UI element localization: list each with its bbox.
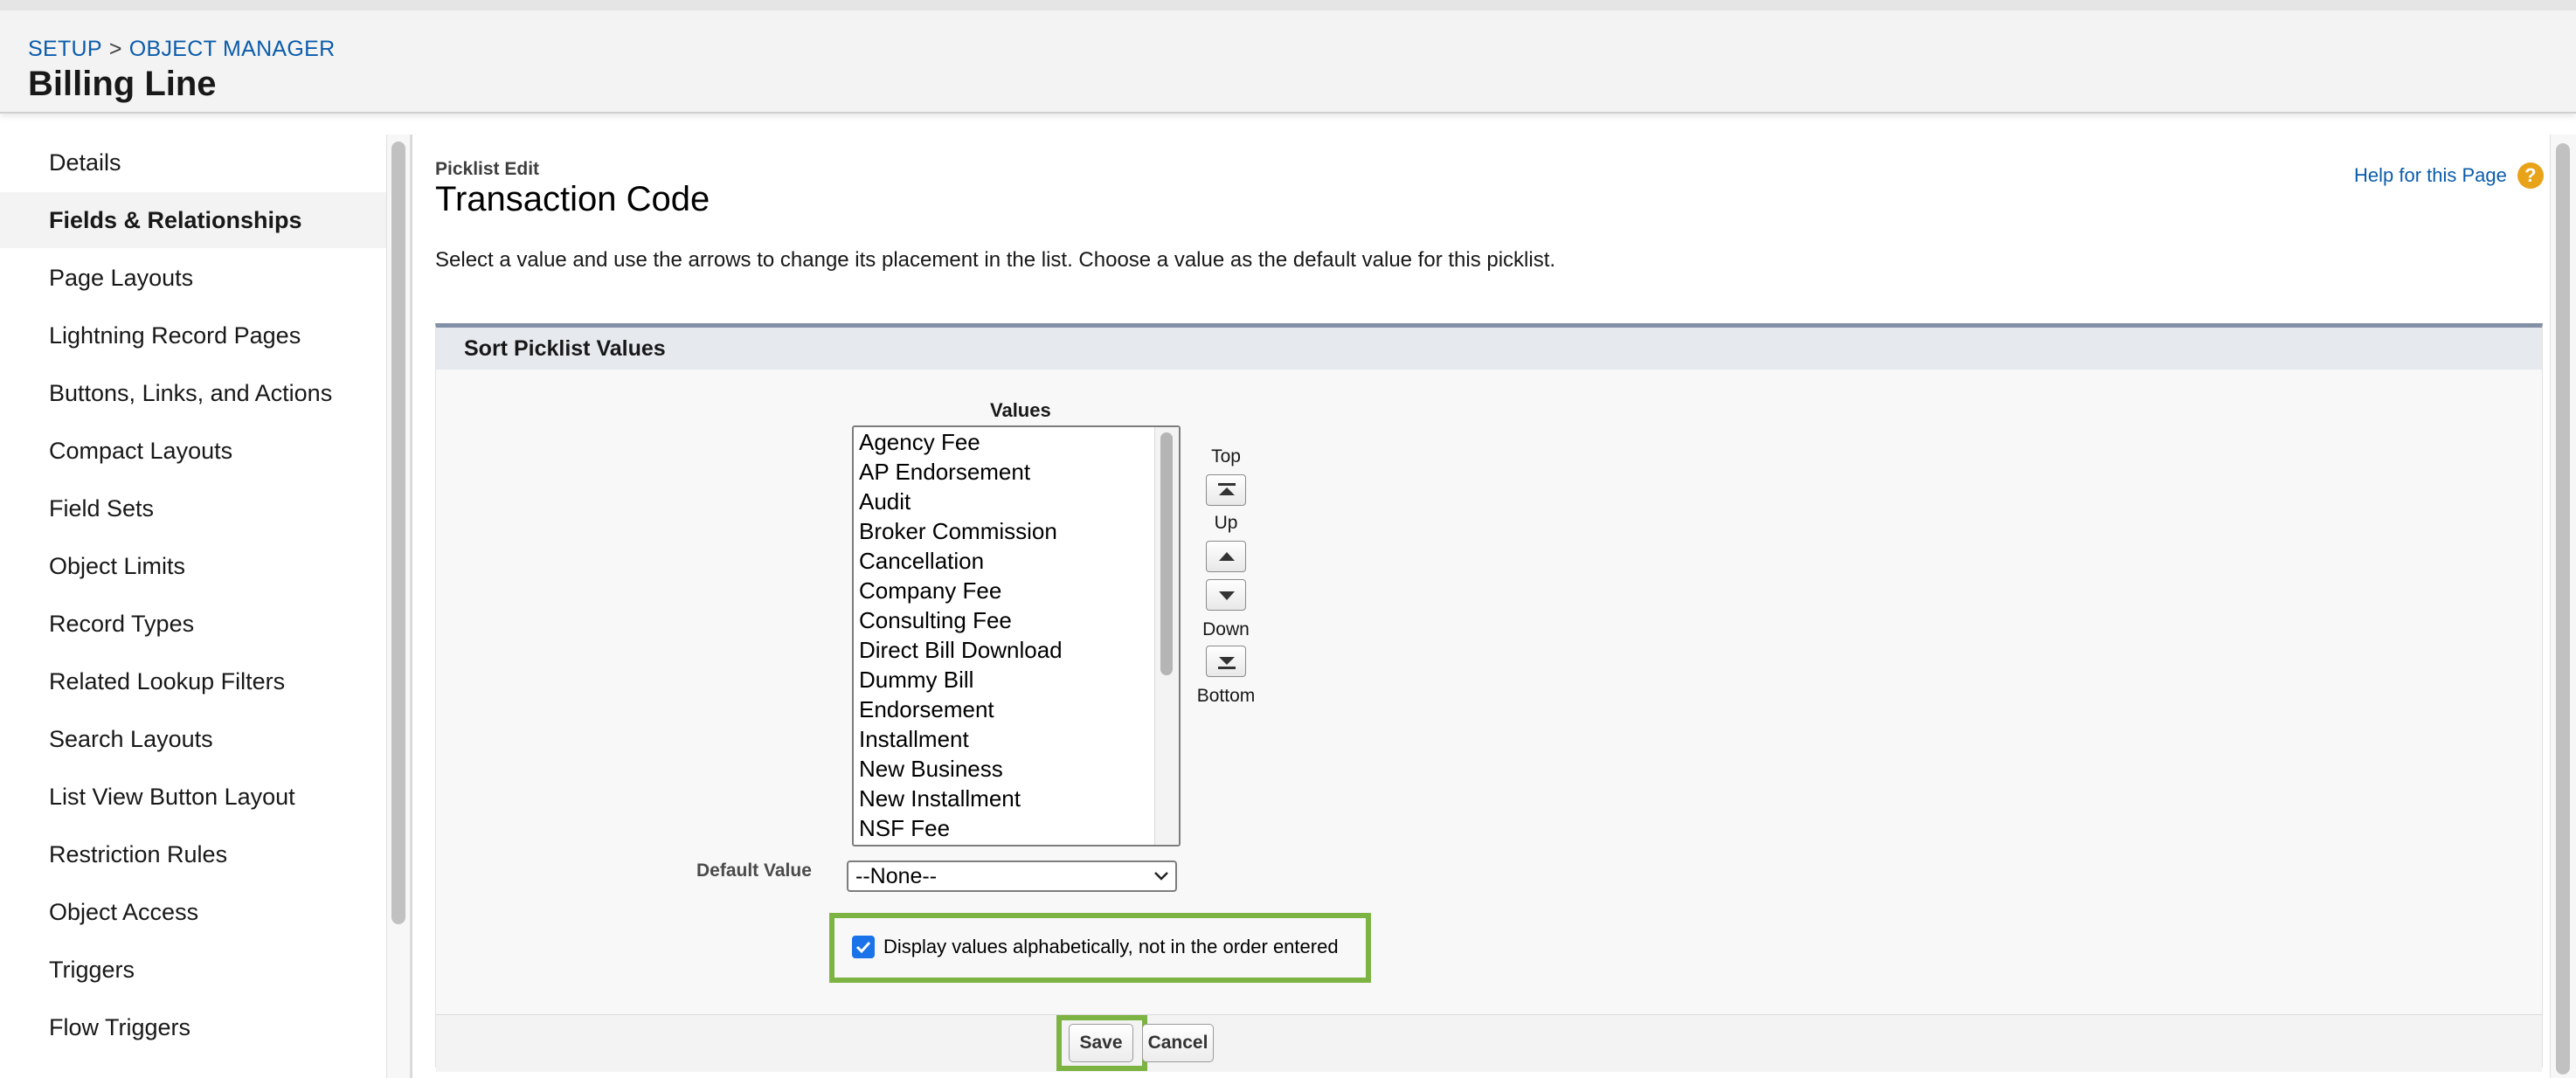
page-header: SETUP > OBJECT MANAGER Billing Line — [0, 0, 2576, 114]
list-item[interactable]: Audit — [859, 487, 1156, 516]
save-button[interactable]: Save — [1069, 1024, 1133, 1062]
list-item[interactable]: Agency Fee — [859, 427, 1156, 457]
list-item[interactable]: Company Fee — [859, 576, 1156, 605]
list-item[interactable]: Direct Bill Download — [859, 635, 1156, 665]
sidebar-nav: Details Fields & Relationships Page Layo… — [0, 135, 386, 1078]
help-for-this-page-link[interactable]: Help for this Page ? — [2354, 162, 2544, 189]
sidebar-scroll-thumb[interactable] — [391, 142, 405, 924]
values-label: Values — [990, 399, 1051, 421]
sidebar-item-list-view-button-layout[interactable]: List View Button Layout — [0, 769, 386, 825]
list-item[interactable]: NSF Fee — [859, 813, 1156, 843]
listbox-scroll-thumb[interactable] — [1160, 432, 1173, 675]
sidebar-item-fields-relationships[interactable]: Fields & Relationships — [0, 192, 386, 248]
section-title: Sort Picklist Values — [436, 328, 2542, 370]
main-scrollbar[interactable] — [2550, 135, 2576, 1078]
alphabetical-checkbox-label[interactable]: Display values alphabetically, not in th… — [883, 936, 1339, 958]
help-link-label[interactable]: Help for this Page — [2354, 164, 2507, 187]
list-item[interactable]: Installment — [859, 724, 1156, 754]
down-label: Down — [1202, 619, 1250, 639]
cancel-button[interactable]: Cancel — [1142, 1024, 1214, 1062]
sidebar-item-lightning-record-pages[interactable]: Lightning Record Pages — [0, 308, 386, 363]
instructions-text: Select a value and use the arrows to cha… — [435, 248, 1556, 272]
main-panel: Picklist Edit Transaction Code Help for … — [411, 135, 2550, 1078]
breadcrumb-object-manager-link[interactable]: OBJECT MANAGER — [129, 37, 336, 61]
sidebar-scrollbar[interactable] — [386, 135, 411, 1078]
sidebar-item-compact-layouts[interactable]: Compact Layouts — [0, 423, 386, 479]
default-value-select[interactable]: --None-- — [847, 860, 1177, 892]
bottom-label: Bottom — [1196, 686, 1256, 706]
top-label: Top — [1211, 446, 1241, 466]
list-item[interactable]: Cancellation — [859, 546, 1156, 576]
sidebar-item-buttons-links-actions[interactable]: Buttons, Links, and Actions — [0, 365, 386, 421]
alphabetical-option-highlight: Display values alphabetically, not in th… — [829, 913, 1371, 983]
sidebar-item-search-layouts[interactable]: Search Layouts — [0, 711, 386, 767]
alphabetical-option-row: Display values alphabetically, not in th… — [852, 936, 1339, 958]
button-bar: Save Cancel — [436, 1014, 2542, 1072]
checkmark-icon — [855, 941, 871, 954]
alphabetical-checkbox[interactable] — [852, 936, 875, 958]
breadcrumb-separator: > — [108, 37, 122, 61]
sidebar-item-object-access[interactable]: Object Access — [0, 884, 386, 940]
sidebar-item-details[interactable]: Details — [0, 135, 386, 190]
up-label: Up — [1214, 513, 1238, 533]
breadcrumb: SETUP > OBJECT MANAGER — [28, 37, 335, 62]
sidebar-item-field-sets[interactable]: Field Sets — [0, 480, 386, 536]
list-item[interactable]: Endorsement — [859, 694, 1156, 724]
main-scroll-thumb[interactable] — [2556, 143, 2570, 1075]
list-item[interactable]: New Business — [859, 754, 1156, 784]
sort-picklist-section: Sort Picklist Values Values Agency Fee A… — [435, 323, 2543, 1072]
list-item[interactable]: Dummy Bill — [859, 665, 1156, 694]
default-value-selected: --None-- — [855, 864, 938, 888]
sidebar-item-flow-triggers[interactable]: Flow Triggers — [0, 999, 386, 1055]
sidebar-item-page-layouts[interactable]: Page Layouts — [0, 250, 386, 306]
move-top-button[interactable] — [1206, 474, 1246, 506]
sidebar-item-related-lookup-filters[interactable]: Related Lookup Filters — [0, 653, 386, 709]
list-item[interactable]: AP Endorsement — [859, 457, 1156, 487]
field-title: Transaction Code — [435, 180, 710, 218]
chevron-down-icon — [1154, 872, 1168, 881]
breadcrumb-setup-link[interactable]: SETUP — [28, 37, 102, 61]
list-item[interactable]: New Installment — [859, 784, 1156, 813]
sidebar-item-object-limits[interactable]: Object Limits — [0, 538, 386, 594]
move-bottom-button[interactable] — [1206, 646, 1246, 677]
move-up-button[interactable] — [1206, 541, 1246, 572]
arrow-down-icon — [1219, 591, 1235, 600]
double-arrow-up-icon — [1218, 483, 1236, 495]
double-arrow-down-icon — [1218, 657, 1236, 669]
picklist-edit-label: Picklist Edit — [435, 159, 540, 179]
arrow-up-icon — [1219, 552, 1235, 561]
sidebar-item-triggers[interactable]: Triggers — [0, 942, 386, 998]
page-title: Billing Line — [28, 65, 217, 103]
help-icon[interactable]: ? — [2517, 162, 2544, 189]
list-item[interactable]: Consulting Fee — [859, 605, 1156, 635]
default-value-label: Default Value — [696, 860, 812, 881]
move-down-button[interactable] — [1206, 579, 1246, 611]
list-item[interactable]: Broker Commission — [859, 516, 1156, 546]
values-listbox[interactable]: Agency Fee AP Endorsement Audit Broker C… — [852, 425, 1181, 847]
listbox-scrollbar[interactable] — [1154, 427, 1179, 845]
sidebar-item-record-types[interactable]: Record Types — [0, 596, 386, 652]
sidebar-item-restriction-rules[interactable]: Restriction Rules — [0, 826, 386, 882]
